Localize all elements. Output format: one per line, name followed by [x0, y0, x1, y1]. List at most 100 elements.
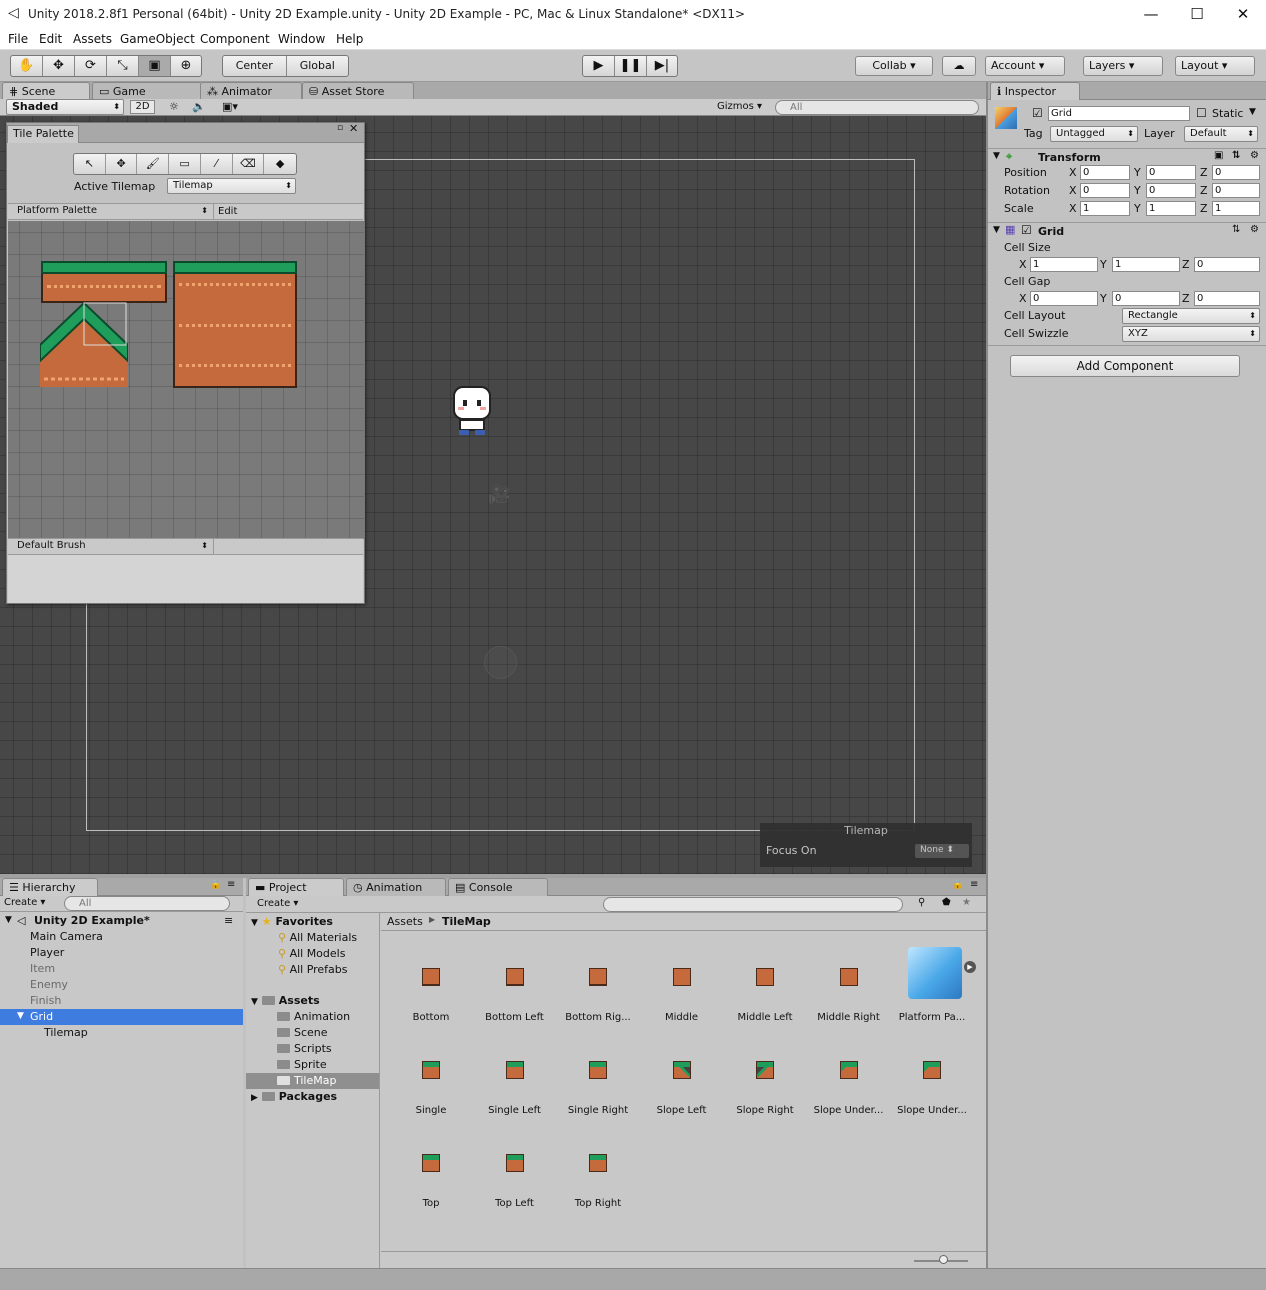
gizmos-dropdown[interactable]: Gizmos ▾ — [717, 101, 762, 112]
asset-item[interactable]: Middle Left — [723, 945, 807, 1025]
layer-dropdown[interactable]: Default — [1184, 126, 1258, 142]
layers-dropdown[interactable]: Layers ▾ — [1083, 56, 1163, 76]
asset-item[interactable]: Slope Under... — [890, 1038, 974, 1118]
scale-tool-icon[interactable]: ⤡ — [107, 56, 139, 76]
fav-all-materials[interactable]: ⚲ All Materials — [278, 930, 357, 946]
folder-tilemap[interactable]: TileMap — [246, 1073, 379, 1089]
audio-icon[interactable]: 🔈 — [192, 100, 206, 113]
center-toggle[interactable]: Center — [223, 56, 287, 76]
cell-size-z-field[interactable]: 0 — [1194, 257, 1260, 272]
cell-size-y-field[interactable]: 1 — [1112, 257, 1180, 272]
project-lock-icon[interactable]: 🔒 — [952, 880, 963, 890]
close-palette-icon[interactable]: ✕ — [349, 122, 358, 135]
folder-scene[interactable]: Scene — [277, 1025, 328, 1041]
folder-sprite[interactable]: Sprite — [277, 1057, 327, 1073]
lighting-icon[interactable]: ☼ — [169, 100, 179, 113]
position-y-field[interactable]: 0 — [1146, 165, 1196, 180]
box-fill-icon[interactable]: ▭ — [169, 154, 201, 174]
scene-search-input[interactable]: All — [775, 100, 979, 115]
hierarchy-item-finish[interactable]: Finish — [0, 993, 243, 1009]
breadcrumb-assets[interactable]: Assets — [387, 915, 423, 928]
menu-edit[interactable]: Edit — [39, 32, 62, 46]
asset-item[interactable]: Single Left — [473, 1038, 557, 1118]
rotation-x-field[interactable]: 0 — [1080, 183, 1130, 198]
help-icon[interactable]: ▣ — [1214, 150, 1223, 161]
global-toggle[interactable]: Global — [287, 56, 349, 76]
fav-all-prefabs[interactable]: ⚲ All Prefabs — [278, 962, 348, 978]
tab-asset-store[interactable]: ⛁ Asset Store — [302, 82, 414, 100]
active-checkbox[interactable]: ☑ — [1032, 106, 1043, 120]
cell-gap-x-field[interactable]: 0 — [1030, 291, 1098, 306]
hierarchy-menu-icon[interactable]: ≡ — [227, 879, 235, 890]
menu-gameobject[interactable]: GameObject — [120, 32, 195, 46]
hierarchy-item-player[interactable]: Player — [0, 945, 243, 961]
tab-game[interactable]: ▭ Game — [92, 82, 202, 100]
project-menu-icon[interactable]: ≡ — [970, 879, 978, 890]
grid-enabled-checkbox[interactable]: ☑ — [1021, 223, 1032, 237]
asset-item[interactable]: Slope Right — [723, 1038, 807, 1118]
tile-palette-title[interactable]: Tile Palette — [7, 125, 79, 143]
menu-help[interactable]: Help — [336, 32, 363, 46]
project-create-button[interactable]: Create ▾ — [257, 898, 298, 909]
asset-item[interactable]: Middle — [640, 945, 724, 1025]
active-tilemap-dropdown[interactable]: Tilemap — [167, 178, 296, 194]
transform-tool-icon[interactable]: ⊕ — [171, 56, 201, 76]
packages-folder-row[interactable]: ▶ Packages — [251, 1089, 337, 1105]
asset-item[interactable]: ▶ Platform Pa... — [890, 945, 976, 1025]
layout-dropdown[interactable]: Layout ▾ — [1175, 56, 1255, 76]
hierarchy-item-enemy[interactable]: Enemy — [0, 977, 243, 993]
asset-item[interactable]: Single Right — [556, 1038, 640, 1118]
collab-button[interactable]: Collab ▾ — [855, 56, 933, 76]
brush-dropdown[interactable]: Default Brush — [12, 539, 211, 555]
palette-dropdown[interactable]: Platform Palette — [12, 204, 211, 220]
picker-icon[interactable]: ⁄ — [201, 154, 233, 174]
minimize-button[interactable]: — — [1128, 0, 1174, 30]
effects-icon[interactable]: ▣▾ — [222, 100, 238, 113]
menu-component[interactable]: Component — [200, 32, 270, 46]
player-sprite[interactable] — [451, 386, 493, 438]
position-x-field[interactable]: 0 — [1080, 165, 1130, 180]
cell-gap-y-field[interactable]: 0 — [1112, 291, 1180, 306]
asset-item[interactable]: Middle Right — [807, 945, 891, 1025]
window-menu-icon[interactable]: ▫ — [337, 123, 343, 133]
2d-toggle[interactable]: 2D — [130, 100, 155, 114]
tab-project[interactable]: ▬ Project — [248, 878, 344, 896]
folder-scripts[interactable]: Scripts — [277, 1041, 332, 1057]
palette-edit-button[interactable]: Edit — [213, 204, 243, 219]
cell-size-x-field[interactable]: 1 — [1030, 257, 1098, 272]
tab-animator[interactable]: ⁂ Animator — [200, 82, 302, 100]
tag-dropdown[interactable]: Untagged — [1050, 126, 1138, 142]
prefab-expand-icon[interactable]: ▶ — [964, 961, 976, 973]
menu-file[interactable]: File — [8, 32, 28, 46]
static-dropdown-icon[interactable]: ▼ — [1249, 107, 1256, 117]
maximize-button[interactable]: ☐ — [1174, 0, 1220, 30]
tab-inspector[interactable]: ℹ Inspector — [990, 82, 1080, 100]
fill-icon[interactable]: ◆ — [264, 154, 296, 174]
static-checkbox[interactable]: ☐ — [1196, 106, 1207, 120]
rotation-y-field[interactable]: 0 — [1146, 183, 1196, 198]
search-by-label-icon[interactable]: ⬟ — [942, 897, 951, 908]
palette-tile-platform[interactable] — [41, 261, 167, 303]
select-tool-icon[interactable]: ↖ — [74, 154, 106, 174]
cloud-icon[interactable]: ☁ — [942, 56, 976, 76]
asset-item[interactable]: Bottom Left — [473, 945, 557, 1025]
scale-z-field[interactable]: 1 — [1212, 201, 1260, 216]
scale-x-field[interactable]: 1 — [1080, 201, 1130, 216]
account-dropdown[interactable]: Account ▾ — [985, 56, 1065, 76]
hierarchy-create-button[interactable]: Create ▾ — [4, 897, 45, 908]
grid-preset-icon[interactable]: ⇅ — [1232, 224, 1240, 235]
assets-folder-row[interactable]: ▼ Assets — [251, 993, 320, 1009]
asset-item[interactable]: Bottom Rig... — [556, 945, 640, 1025]
cell-swizzle-dropdown[interactable]: XYZ — [1122, 326, 1260, 342]
asset-item[interactable]: Slope Left — [640, 1038, 724, 1118]
hierarchy-item-grid[interactable]: ▼ Grid — [0, 1009, 243, 1025]
step-icon[interactable]: ▶| — [647, 56, 677, 76]
palette-tile-block[interactable] — [173, 261, 297, 388]
scene-root-row[interactable]: ▼ ◁ Unity 2D Example* ≡ — [0, 913, 243, 929]
scale-y-field[interactable]: 1 — [1146, 201, 1196, 216]
position-z-field[interactable]: 0 — [1212, 165, 1260, 180]
asset-item[interactable]: Slope Under... — [807, 1038, 891, 1118]
tab-animation[interactable]: ◷ Animation — [346, 878, 446, 896]
rect-tool-icon[interactable]: ▣ — [139, 56, 171, 76]
palette-tile-grid[interactable] — [8, 221, 364, 539]
